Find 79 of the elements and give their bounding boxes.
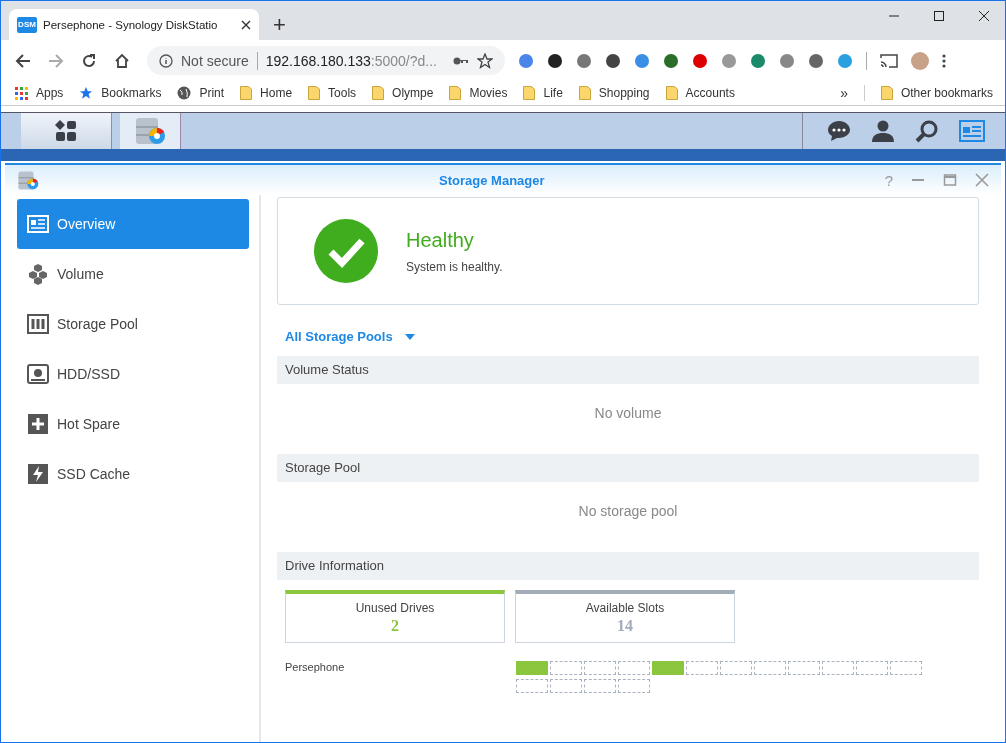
main-menu-button[interactable]: [21, 113, 112, 149]
empty-message: No storage pool: [577, 502, 679, 521]
empty-message: No volume: [593, 404, 663, 423]
star-icon[interactable]: [477, 52, 493, 69]
sidebar-item[interactable]: SSD Cache: [17, 449, 249, 499]
new-tab-button[interactable]: +: [269, 12, 290, 38]
apps-icon: [54, 120, 78, 142]
window-title: Storage Manager: [438, 172, 546, 188]
pool-dropdown[interactable]: All Storage Pools: [285, 329, 415, 344]
security-label: Not secure: [181, 52, 249, 69]
card-label: Available Slots: [585, 601, 665, 615]
drive-bay-icon: [27, 314, 49, 334]
sidebar-item[interactable]: HDD/SSD: [17, 349, 249, 399]
chat-icon[interactable]: [827, 119, 851, 143]
menu-icon[interactable]: [942, 52, 946, 69]
globe-icon: [177, 86, 192, 100]
check-circle-icon: [314, 219, 378, 283]
extension-icon[interactable]: [663, 52, 679, 69]
extension-icon[interactable]: [547, 52, 563, 69]
database-chart-icon: [17, 169, 39, 191]
search-icon[interactable]: [915, 119, 939, 143]
sidebar-item[interactable]: Overview: [17, 199, 249, 249]
bookmark[interactable]: Bookmarks: [79, 86, 162, 100]
bookmark[interactable]: Olympe: [372, 86, 434, 100]
tab-title: Persephone - Synology DiskStatio: [43, 18, 219, 31]
apps-grid-icon: [15, 86, 28, 100]
lightning-box-icon: [27, 463, 49, 485]
url-text: 192.168.180.133:5000/?d...: [265, 52, 438, 69]
cast-icon[interactable]: [880, 53, 898, 68]
bookmark[interactable]: Tools: [308, 86, 357, 100]
more-bookmarks-button[interactable]: »: [840, 85, 848, 101]
bookmark[interactable]: Movies: [449, 86, 508, 100]
sidebar-item[interactable]: Hot Spare: [17, 399, 249, 449]
cubes-icon: [27, 263, 49, 285]
device-name: Persephone: [285, 661, 346, 675]
folder-icon: [880, 86, 893, 100]
bookmark[interactable]: Home: [240, 86, 293, 100]
folder-icon: [523, 86, 536, 100]
sidebar-item[interactable]: Storage Pool: [17, 299, 249, 349]
status-title: Healthy: [406, 228, 475, 252]
bookmark[interactable]: Print: [177, 86, 225, 100]
card-value: 2: [391, 617, 399, 635]
user-icon[interactable]: [871, 119, 895, 143]
bookmark[interactable]: Apps: [15, 86, 64, 100]
bookmark[interactable]: Life: [523, 86, 563, 100]
star-icon: [79, 86, 94, 100]
folder-icon: [308, 86, 321, 100]
database-chart-icon: [134, 116, 166, 146]
section-header: Drive Information: [277, 552, 979, 580]
extension-icon[interactable]: [605, 52, 621, 69]
bookmark[interactable]: Shopping: [578, 86, 650, 100]
bookmark[interactable]: Accounts: [665, 86, 735, 100]
taskbar-app-button[interactable]: [120, 113, 181, 149]
caret-icon: [404, 333, 415, 340]
back-icon[interactable]: [15, 52, 31, 69]
section-header: Volume Status: [277, 356, 979, 384]
card-value: 14: [617, 617, 633, 635]
home-icon[interactable]: [114, 52, 130, 69]
close-icon[interactable]: [241, 19, 251, 30]
tab-favicon: DSM: [17, 16, 37, 33]
status-message: System is healthy.: [406, 259, 503, 274]
close-icon[interactable]: [978, 10, 990, 22]
maximize-icon[interactable]: [933, 10, 945, 22]
sidebar-item[interactable]: Volume: [17, 249, 249, 299]
card-label: Unused Drives: [355, 601, 435, 615]
plus-box-icon: [27, 413, 49, 435]
folder-icon: [665, 86, 678, 100]
folder-icon: [240, 86, 253, 100]
key-icon[interactable]: [453, 55, 469, 66]
folder-icon: [372, 86, 385, 100]
id-card-icon: [27, 215, 49, 233]
info-icon: [159, 53, 173, 68]
folder-icon: [578, 86, 591, 100]
section-header: Storage Pool: [277, 454, 979, 482]
browser-tab[interactable]: DSM Persephone - Synology DiskStatio: [9, 9, 259, 40]
folder-icon: [449, 86, 462, 100]
bookmark[interactable]: Other bookmarks: [880, 86, 993, 100]
address-bar[interactable]: Not secure 192.168.180.133:5000/?d...: [147, 46, 505, 75]
reload-icon[interactable]: [81, 52, 97, 69]
